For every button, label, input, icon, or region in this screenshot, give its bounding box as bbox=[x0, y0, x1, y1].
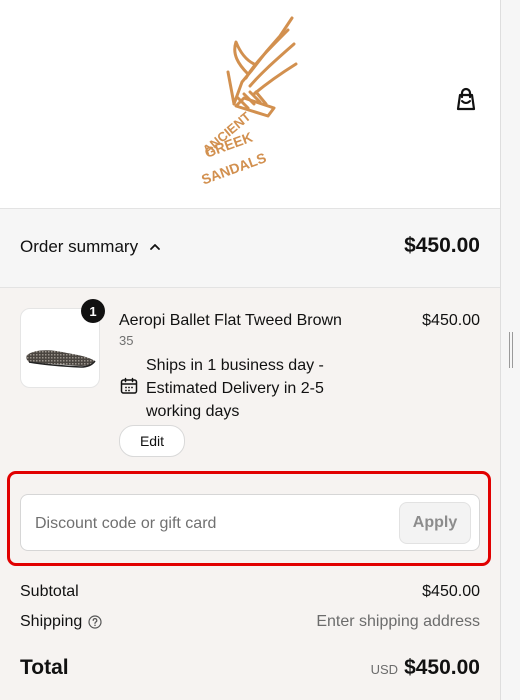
checkout-panel: ANCIENT GREEK SANDALS Order summary $450… bbox=[0, 0, 501, 700]
currency-code: USD bbox=[370, 662, 399, 677]
shipping-label-group: Shipping bbox=[20, 613, 102, 631]
product-thumbnail-group: 1 bbox=[20, 299, 105, 388]
total-value-group: USD $450.00 bbox=[371, 656, 480, 680]
shopping-bag-icon[interactable] bbox=[452, 86, 480, 114]
edit-item-button[interactable]: Edit bbox=[119, 425, 185, 457]
order-summary-content: 1 Aeropi Ballet Flat Tweed Brown $450.00… bbox=[0, 288, 500, 700]
quantity-badge: 1 bbox=[81, 299, 105, 323]
total-label: Total bbox=[20, 656, 69, 679]
calendar-icon bbox=[120, 377, 138, 394]
order-summary-toggle[interactable]: Order summary $450.00 bbox=[0, 209, 500, 288]
shipping-value: Enter shipping address bbox=[316, 613, 480, 630]
total-amount: $450.00 bbox=[404, 656, 480, 679]
shipping-label: Shipping bbox=[20, 613, 83, 630]
apply-discount-button[interactable]: Apply bbox=[399, 502, 471, 544]
subtotal-value: $450.00 bbox=[422, 583, 480, 600]
discount-code-input[interactable] bbox=[33, 505, 397, 542]
store-header: ANCIENT GREEK SANDALS bbox=[0, 0, 500, 209]
product-price: $450.00 bbox=[422, 312, 480, 329]
chevron-up-icon bbox=[150, 244, 160, 250]
product-variant: 35 bbox=[119, 333, 134, 348]
product-name: Aeropi Ballet Flat Tweed Brown bbox=[119, 312, 342, 329]
pane-resize-handle[interactable] bbox=[509, 332, 513, 368]
order-summary-label-group: Order summary bbox=[20, 237, 162, 257]
store-logo[interactable]: ANCIENT GREEK SANDALS bbox=[188, 12, 308, 192]
order-summary-label: Order summary bbox=[20, 237, 139, 256]
question-circle-icon[interactable] bbox=[88, 615, 102, 629]
delivery-estimate: Ships in 1 business day - Estimated Deli… bbox=[146, 357, 324, 420]
discount-field: Apply bbox=[20, 494, 480, 551]
subtotal-label: Subtotal bbox=[20, 583, 79, 600]
order-summary-total: $450.00 bbox=[404, 234, 480, 257]
